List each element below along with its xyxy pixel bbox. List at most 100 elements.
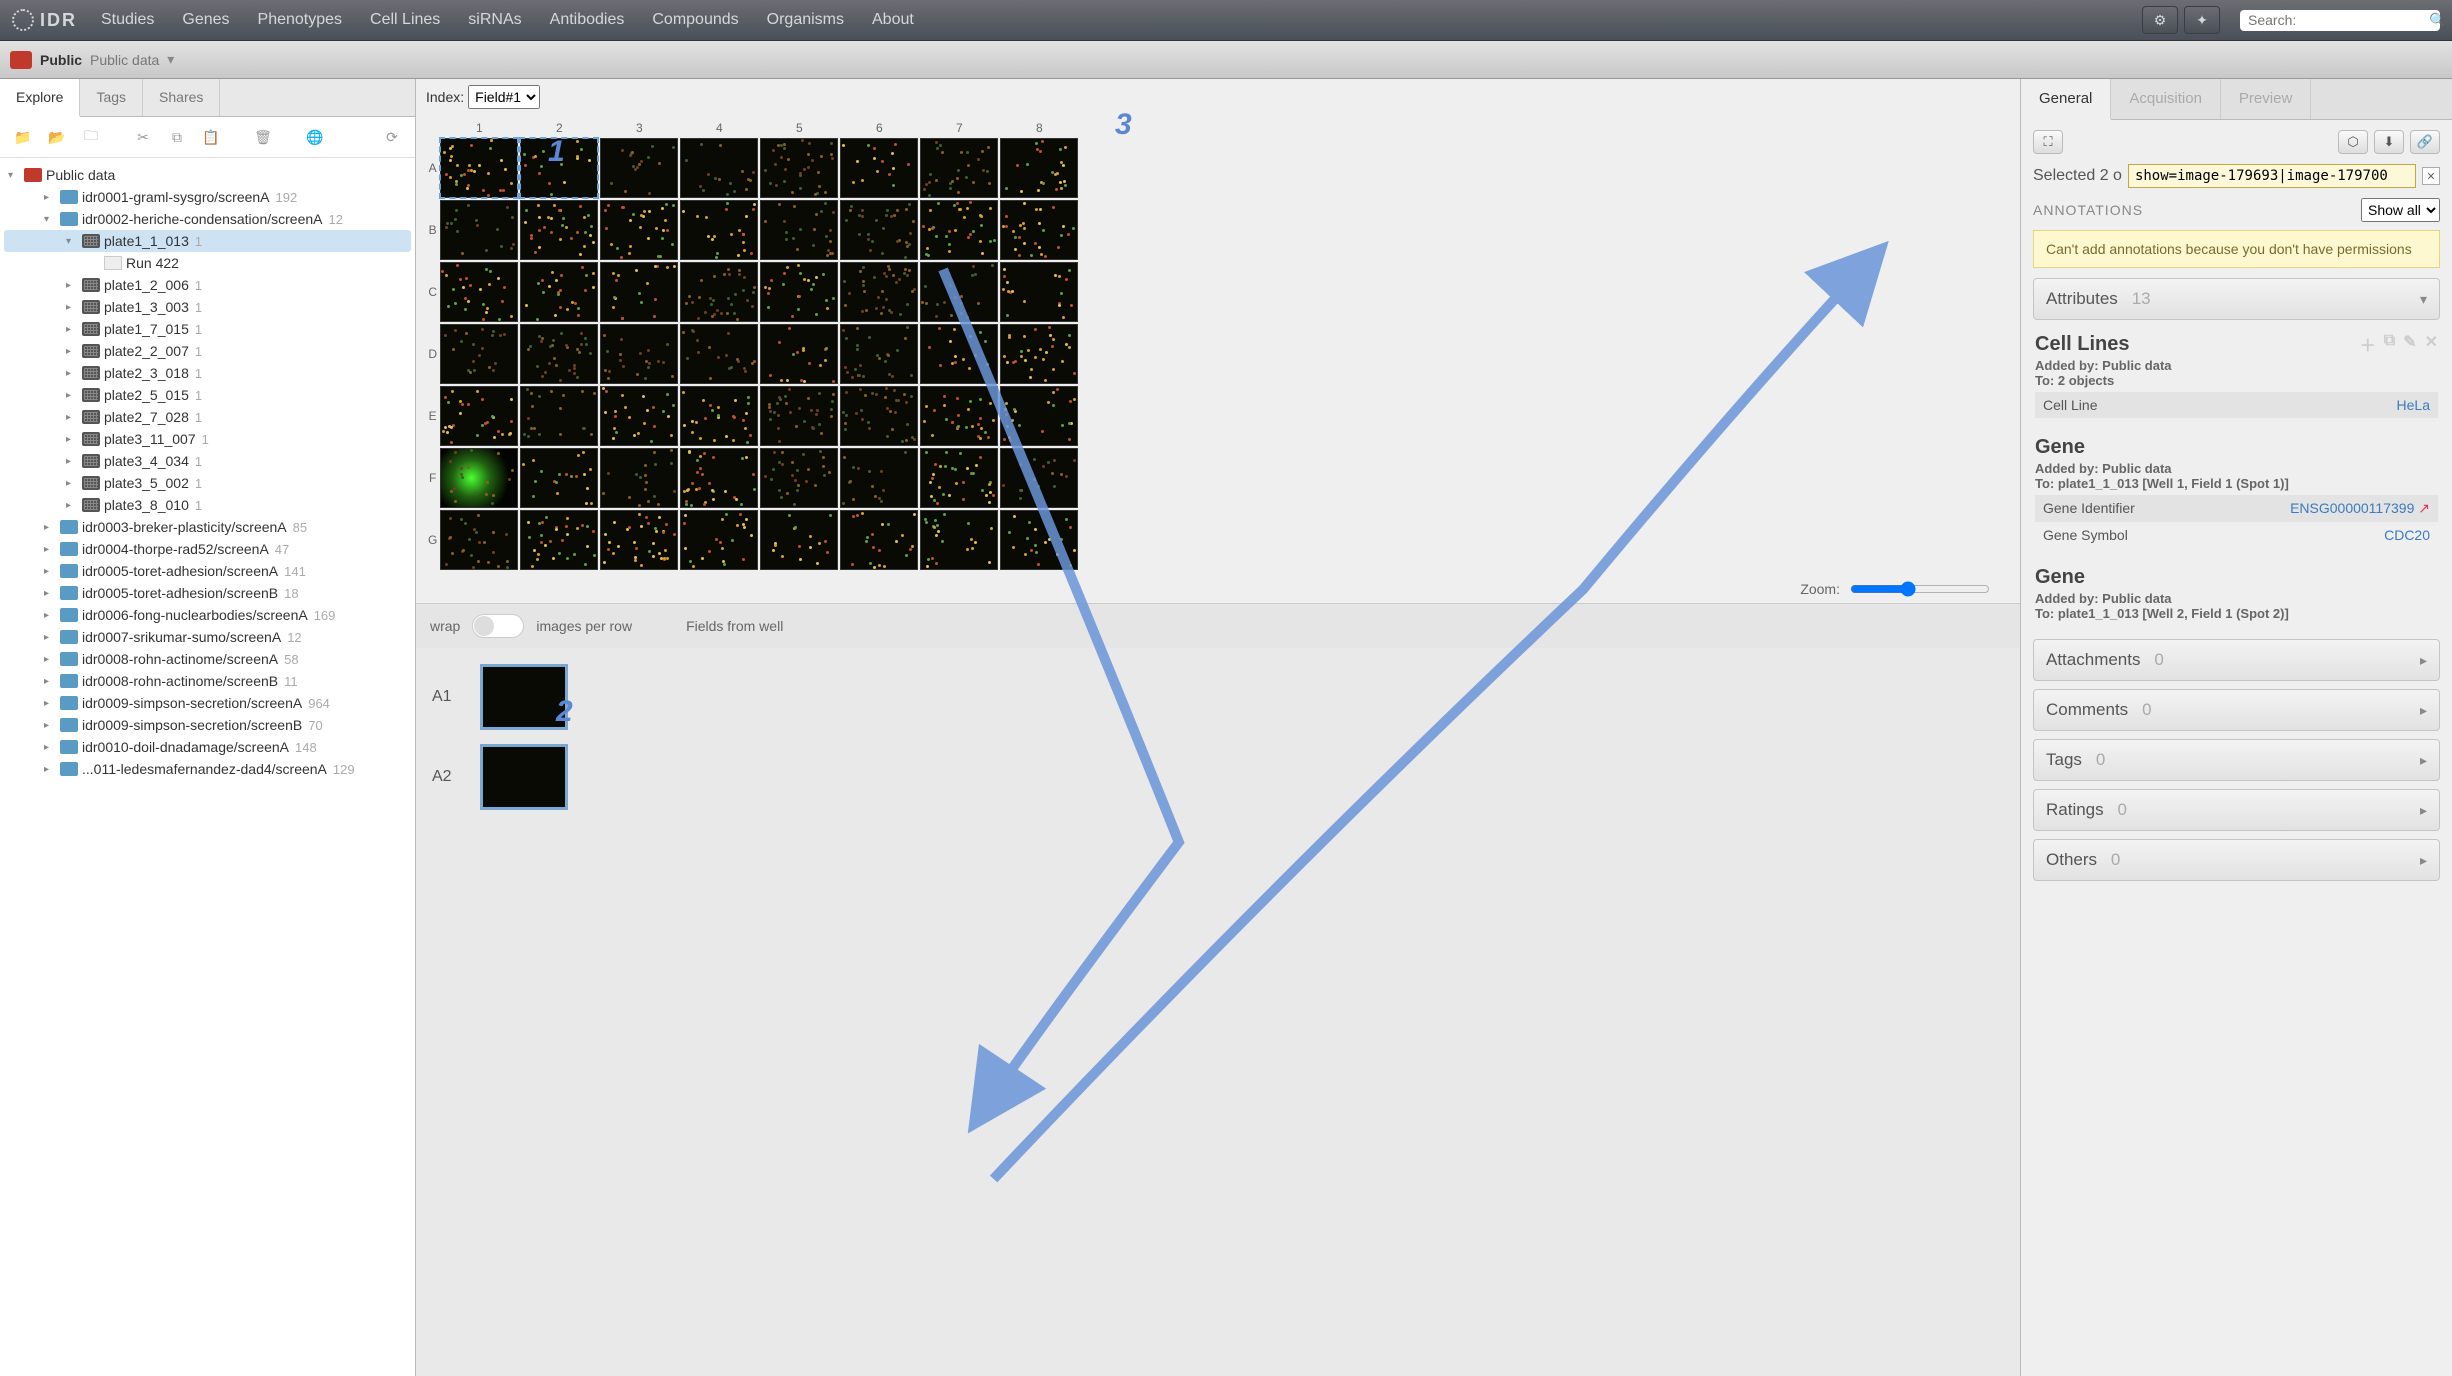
close-link-icon[interactable]: ✕ <box>2422 167 2440 185</box>
section-ratings[interactable]: Ratings 0 ▸ <box>2033 789 2440 831</box>
well[interactable] <box>840 200 918 260</box>
well[interactable] <box>760 386 838 446</box>
well[interactable] <box>600 324 678 384</box>
well[interactable] <box>520 138 598 198</box>
well[interactable] <box>680 138 758 198</box>
tree-item[interactable]: ▸ plate2_3_018 1 <box>4 362 411 384</box>
well[interactable] <box>760 510 838 570</box>
tab-shares[interactable]: Shares <box>143 79 220 116</box>
nav-phenotypes[interactable]: Phenotypes <box>258 11 343 29</box>
well[interactable] <box>840 138 918 198</box>
tree-item[interactable]: ▸ plate2_2_007 1 <box>4 340 411 362</box>
tree-item[interactable]: ▸ plate3_4_034 1 <box>4 450 411 472</box>
nav-studies[interactable]: Studies <box>101 11 154 29</box>
section-attributes[interactable]: Attributes 13 ▾ <box>2033 278 2440 320</box>
tab-acquisition[interactable]: Acquisition <box>2111 79 2221 119</box>
well[interactable] <box>920 386 998 446</box>
kv-value[interactable]: CDC20 <box>2384 527 2430 543</box>
well[interactable] <box>840 510 918 570</box>
new-folder-icon[interactable]: 🗀 <box>78 125 104 149</box>
tree-item[interactable]: ▸ plate1_7_015 1 <box>4 318 411 340</box>
well[interactable] <box>1000 510 1078 570</box>
tree-item[interactable]: ▸ ...011-ledesmafernandez-dad4/screenA 1… <box>4 758 411 780</box>
nav-sirnas[interactable]: siRNAs <box>468 11 521 29</box>
well[interactable] <box>680 448 758 508</box>
logo[interactable]: IDR <box>12 9 77 31</box>
section-tags[interactable]: Tags 0 ▸ <box>2033 739 2440 781</box>
context-dropdown[interactable]: ▾ <box>167 51 174 68</box>
well[interactable] <box>520 386 598 446</box>
tree-item[interactable]: ▸ idr0006-fong-nuclearbodies/screenA 169 <box>4 604 411 626</box>
tree-item[interactable]: ▸ idr0005-toret-adhesion/screenA 141 <box>4 560 411 582</box>
copy-icon[interactable]: ⧉ <box>164 125 190 149</box>
kv-value[interactable]: HeLa <box>2397 397 2430 413</box>
well[interactable] <box>760 138 838 198</box>
link-input[interactable] <box>2128 164 2416 188</box>
search-box[interactable]: 🔍 <box>2240 10 2440 31</box>
nav-compounds[interactable]: Compounds <box>652 11 738 29</box>
nav-organisms[interactable]: Organisms <box>767 11 844 29</box>
well[interactable] <box>920 448 998 508</box>
well[interactable] <box>440 324 518 384</box>
well[interactable] <box>440 200 518 260</box>
tree-item[interactable]: ▸ idr0008-rohn-actinome/screenB 11 <box>4 670 411 692</box>
field-thumb-a2[interactable] <box>480 744 568 810</box>
well[interactable] <box>680 262 758 322</box>
well[interactable] <box>1000 448 1078 508</box>
tab-preview[interactable]: Preview <box>2221 79 2311 119</box>
well[interactable] <box>600 262 678 322</box>
well[interactable] <box>600 386 678 446</box>
index-select[interactable]: Field#1 <box>468 85 540 109</box>
wrap-toggle[interactable] <box>472 614 524 638</box>
well[interactable] <box>520 448 598 508</box>
tree-item[interactable]: ▸ plate1_3_003 1 <box>4 296 411 318</box>
copy-icon[interactable]: ⧉ <box>2384 332 2395 356</box>
well[interactable] <box>600 138 678 198</box>
nav-cell-lines[interactable]: Cell Lines <box>370 11 440 29</box>
well[interactable] <box>440 510 518 570</box>
nav-about[interactable]: About <box>872 11 914 29</box>
tree-item[interactable]: ▸ plate3_5_002 1 <box>4 472 411 494</box>
field-thumb-a1[interactable] <box>480 664 568 730</box>
well[interactable] <box>600 200 678 260</box>
well[interactable] <box>520 510 598 570</box>
add-icon[interactable]: ＋ <box>2360 332 2376 356</box>
section-comments[interactable]: Comments 0 ▸ <box>2033 689 2440 731</box>
well[interactable] <box>440 262 518 322</box>
well[interactable] <box>520 324 598 384</box>
delete-icon[interactable]: 🗑 <box>250 125 276 149</box>
nav-genes[interactable]: Genes <box>182 11 229 29</box>
tree-item[interactable]: ▸ idr0009-simpson-secretion/screenB 70 <box>4 714 411 736</box>
well[interactable] <box>440 386 518 446</box>
well[interactable] <box>760 200 838 260</box>
well[interactable] <box>840 448 918 508</box>
well[interactable] <box>440 448 518 508</box>
well[interactable] <box>520 200 598 260</box>
cut-icon[interactable]: ✂ <box>130 125 156 149</box>
gear-icon[interactable]: ⚙ <box>2142 6 2178 34</box>
hierarchy-icon[interactable]: ⬡ <box>2338 130 2368 154</box>
puzzle-icon[interactable]: ✦ <box>2184 6 2220 34</box>
well[interactable] <box>1000 138 1078 198</box>
well[interactable] <box>840 324 918 384</box>
well[interactable] <box>680 200 758 260</box>
zoom-slider[interactable] <box>1850 581 1990 597</box>
tree-item[interactable]: ▸ idr0003-breker-plasticity/screenA 85 <box>4 516 411 538</box>
search-input[interactable] <box>2248 12 2429 28</box>
well[interactable] <box>840 262 918 322</box>
paste-icon[interactable]: 📋 <box>198 125 224 149</box>
share-icon[interactable]: 🌐 <box>302 125 328 149</box>
tree-item[interactable]: ▸ plate1_2_006 1 <box>4 274 411 296</box>
well[interactable] <box>440 138 518 198</box>
download-icon[interactable]: ⬇ <box>2374 130 2404 154</box>
delete-icon[interactable]: ✕ <box>2425 332 2438 356</box>
well[interactable] <box>920 138 998 198</box>
edit-icon[interactable]: ✎ <box>2403 332 2416 356</box>
new-dataset-icon[interactable]: 📂 <box>44 125 70 149</box>
show-all-select[interactable]: Show all <box>2361 198 2440 222</box>
tree-item[interactable]: ▸ plate3_11_007 1 <box>4 428 411 450</box>
tree-item[interactable]: ▸ idr0009-simpson-secretion/screenA 964 <box>4 692 411 714</box>
tree-item[interactable]: ▾ idr0002-heriche-condensation/screenA 1… <box>4 208 411 230</box>
tree-root[interactable]: ▾ Public data <box>4 164 411 186</box>
fullscreen-icon[interactable]: ⛶ <box>2033 130 2063 154</box>
